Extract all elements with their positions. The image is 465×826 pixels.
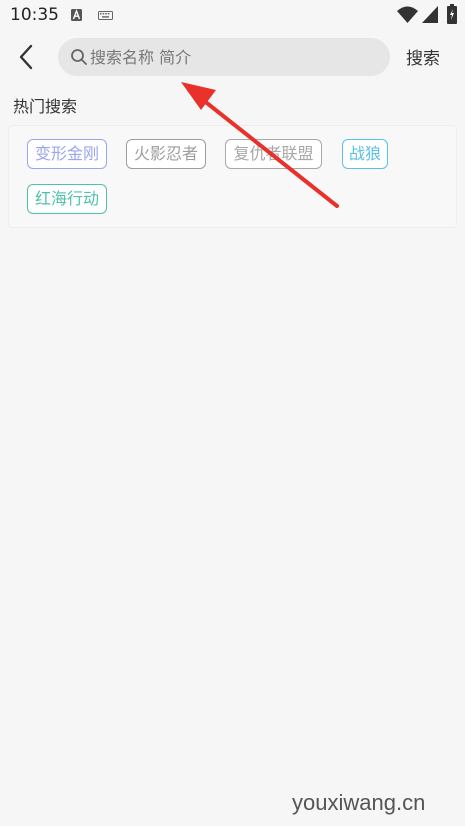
keyboard-icon [98, 11, 113, 20]
search-box[interactable] [58, 38, 390, 76]
wifi-icon [397, 6, 418, 23]
search-input[interactable] [90, 38, 380, 76]
back-button[interactable] [14, 42, 40, 72]
status-bar: 10:35 [0, 0, 465, 32]
battery-icon [447, 4, 457, 24]
signal-icon [422, 6, 438, 23]
status-time: 10:35 [10, 5, 59, 25]
hot-search-title: 热门搜索 [13, 97, 78, 116]
text-a-icon [71, 9, 82, 21]
hot-tag-operation-red-sea[interactable]: 红海行动 [27, 184, 107, 214]
search-icon [71, 49, 87, 65]
hot-search-panel: 变形金刚 火影忍者 复仇者联盟 战狼 红海行动 [8, 125, 457, 228]
chevron-left-icon [19, 44, 33, 70]
hot-tag-wolf-warrior[interactable]: 战狼 [342, 139, 388, 169]
hot-tag-naruto[interactable]: 火影忍者 [126, 139, 206, 169]
watermark: youxiwang.cn [292, 790, 426, 815]
hot-tag-transformers[interactable]: 变形金刚 [27, 139, 107, 169]
red-arrow-icon [181, 82, 339, 208]
search-button[interactable]: 搜索 [406, 44, 440, 69]
hot-tag-avengers[interactable]: 复仇者联盟 [225, 139, 322, 169]
